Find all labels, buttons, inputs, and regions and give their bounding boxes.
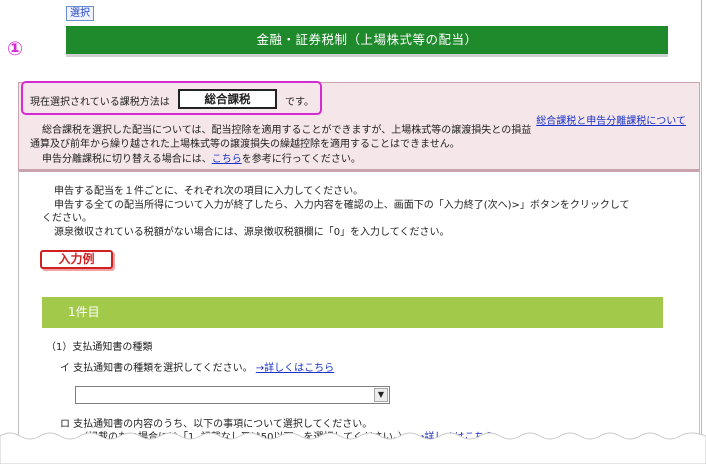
notice-type-select[interactable]: ▼ <box>75 386 390 404</box>
page-title: 金融・証券税制（上場株式等の配当） <box>66 26 668 54</box>
select-tab[interactable]: 選択 <box>66 6 94 21</box>
input-example-button[interactable]: 入力例 <box>40 250 113 269</box>
tax-method-value: 総合課税 <box>178 89 277 109</box>
instruction-line-4: 源泉徴収されている税額がない場合には、源泉徴収税額欄に「0」を入力してください。 <box>54 227 450 238</box>
notice-type-label: イ 支払通知書の種類を選択してください。 <box>60 363 253 374</box>
notice-type-prompt: イ 支払通知書の種類を選択してください。 →詳しくはこちら <box>60 362 334 375</box>
method-label: 現在選択されている課税方法は <box>30 97 170 108</box>
method-note-1: 総合課税を選択した配当については、配当控除を適用することができますが、上場株式等… <box>42 125 532 136</box>
section-title: （1）支払通知書の種類 <box>46 342 153 353</box>
method-note-3-before: 申告分離課税に切り替える場合には、 <box>42 154 212 165</box>
method-note-2: 通算及び前年から繰り越された上場株式等の譲渡損失の繰越控除を適用することはできま… <box>30 139 460 150</box>
title-shadow <box>66 54 668 57</box>
about-tax-methods-link[interactable]: 総合課税と申告分離課税について <box>536 112 686 127</box>
switch-method-link[interactable]: こちら <box>212 154 242 165</box>
instruction-line-1: 申告する配当を１件ごとに、それぞれ次の項目に入力してください。 <box>54 186 364 197</box>
method-note-3: 申告分離課税に切り替える場合には、こちらを参考に行ってください。 <box>42 153 361 166</box>
torn-edge <box>0 432 706 464</box>
chevron-down-icon[interactable]: ▼ <box>374 388 388 402</box>
notice-type-details-link[interactable]: →詳しくはこちら <box>256 363 334 374</box>
method-suffix: です。 <box>285 97 314 108</box>
item-header: 1件目 <box>42 297 663 328</box>
step-marker: ① <box>7 38 24 60</box>
instruction-line-3: ください。 <box>42 213 92 224</box>
instruction-line-2: 申告する全ての配当所得について入力が終了したら、入力内容を確認の上、画面下の「入… <box>54 200 630 211</box>
method-note-3-after: を参考に行ってください。 <box>241 154 361 165</box>
